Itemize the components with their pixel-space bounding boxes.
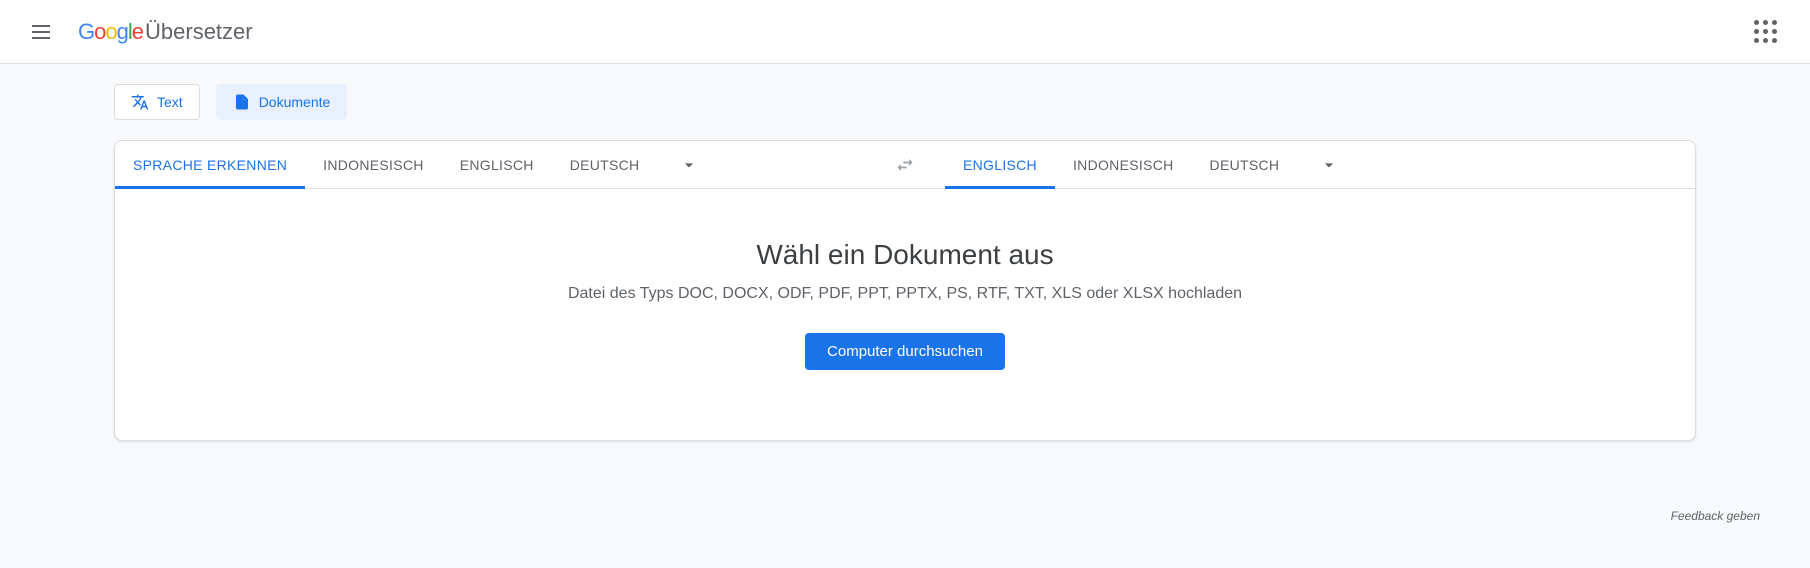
google-wordmark: Google <box>78 19 143 45</box>
google-apps-icon[interactable] <box>1742 8 1790 56</box>
upload-title: Wähl ein Dokument aus <box>135 239 1675 271</box>
target-language-group: ENGLISCH INDONESISCH DEUTSCH <box>945 141 1695 189</box>
source-lang-detect[interactable]: SPRACHE ERKENNEN <box>115 141 305 189</box>
tab-documents[interactable]: Dokumente <box>216 84 348 120</box>
top-header: Google Übersetzer <box>0 0 1810 64</box>
swap-languages-icon[interactable] <box>885 145 925 185</box>
translate-icon <box>131 93 149 111</box>
source-lang-1[interactable]: INDONESISCH <box>305 141 442 189</box>
tab-text-label: Text <box>157 94 183 110</box>
language-bar: SPRACHE ERKENNEN INDONESISCH ENGLISCH DE… <box>115 141 1695 189</box>
tab-documents-label: Dokumente <box>259 94 331 110</box>
target-lang-2[interactable]: INDONESISCH <box>1055 141 1192 189</box>
document-icon <box>233 93 251 111</box>
feedback-link[interactable]: Feedback geben <box>1671 509 1760 523</box>
target-lang-3[interactable]: DEUTSCH <box>1192 141 1298 189</box>
translate-card: SPRACHE ERKENNEN INDONESISCH ENGLISCH DE… <box>114 140 1696 441</box>
main-content: Text Dokumente SPRACHE ERKENNEN INDONESI… <box>0 64 1810 568</box>
source-language-group: SPRACHE ERKENNEN INDONESISCH ENGLISCH DE… <box>115 141 865 189</box>
hamburger-menu-icon[interactable] <box>20 8 68 56</box>
app-name-label: Übersetzer <box>145 19 253 45</box>
tab-text[interactable]: Text <box>114 84 200 120</box>
source-lang-3[interactable]: DEUTSCH <box>552 141 658 189</box>
mode-tabs: Text Dokumente <box>114 84 1696 120</box>
source-lang-more-icon[interactable] <box>677 153 701 177</box>
upload-subtitle: Datei des Typs DOC, DOCX, ODF, PDF, PPT,… <box>135 285 1675 303</box>
upload-area: Wähl ein Dokument aus Datei des Typs DOC… <box>115 189 1695 440</box>
header-left: Google Übersetzer <box>20 8 253 56</box>
target-lang-more-icon[interactable] <box>1317 153 1341 177</box>
target-lang-1[interactable]: ENGLISCH <box>945 141 1055 189</box>
google-translate-logo[interactable]: Google Übersetzer <box>78 19 253 45</box>
source-lang-2[interactable]: ENGLISCH <box>442 141 552 189</box>
browse-computer-button[interactable]: Computer durchsuchen <box>805 333 1005 370</box>
